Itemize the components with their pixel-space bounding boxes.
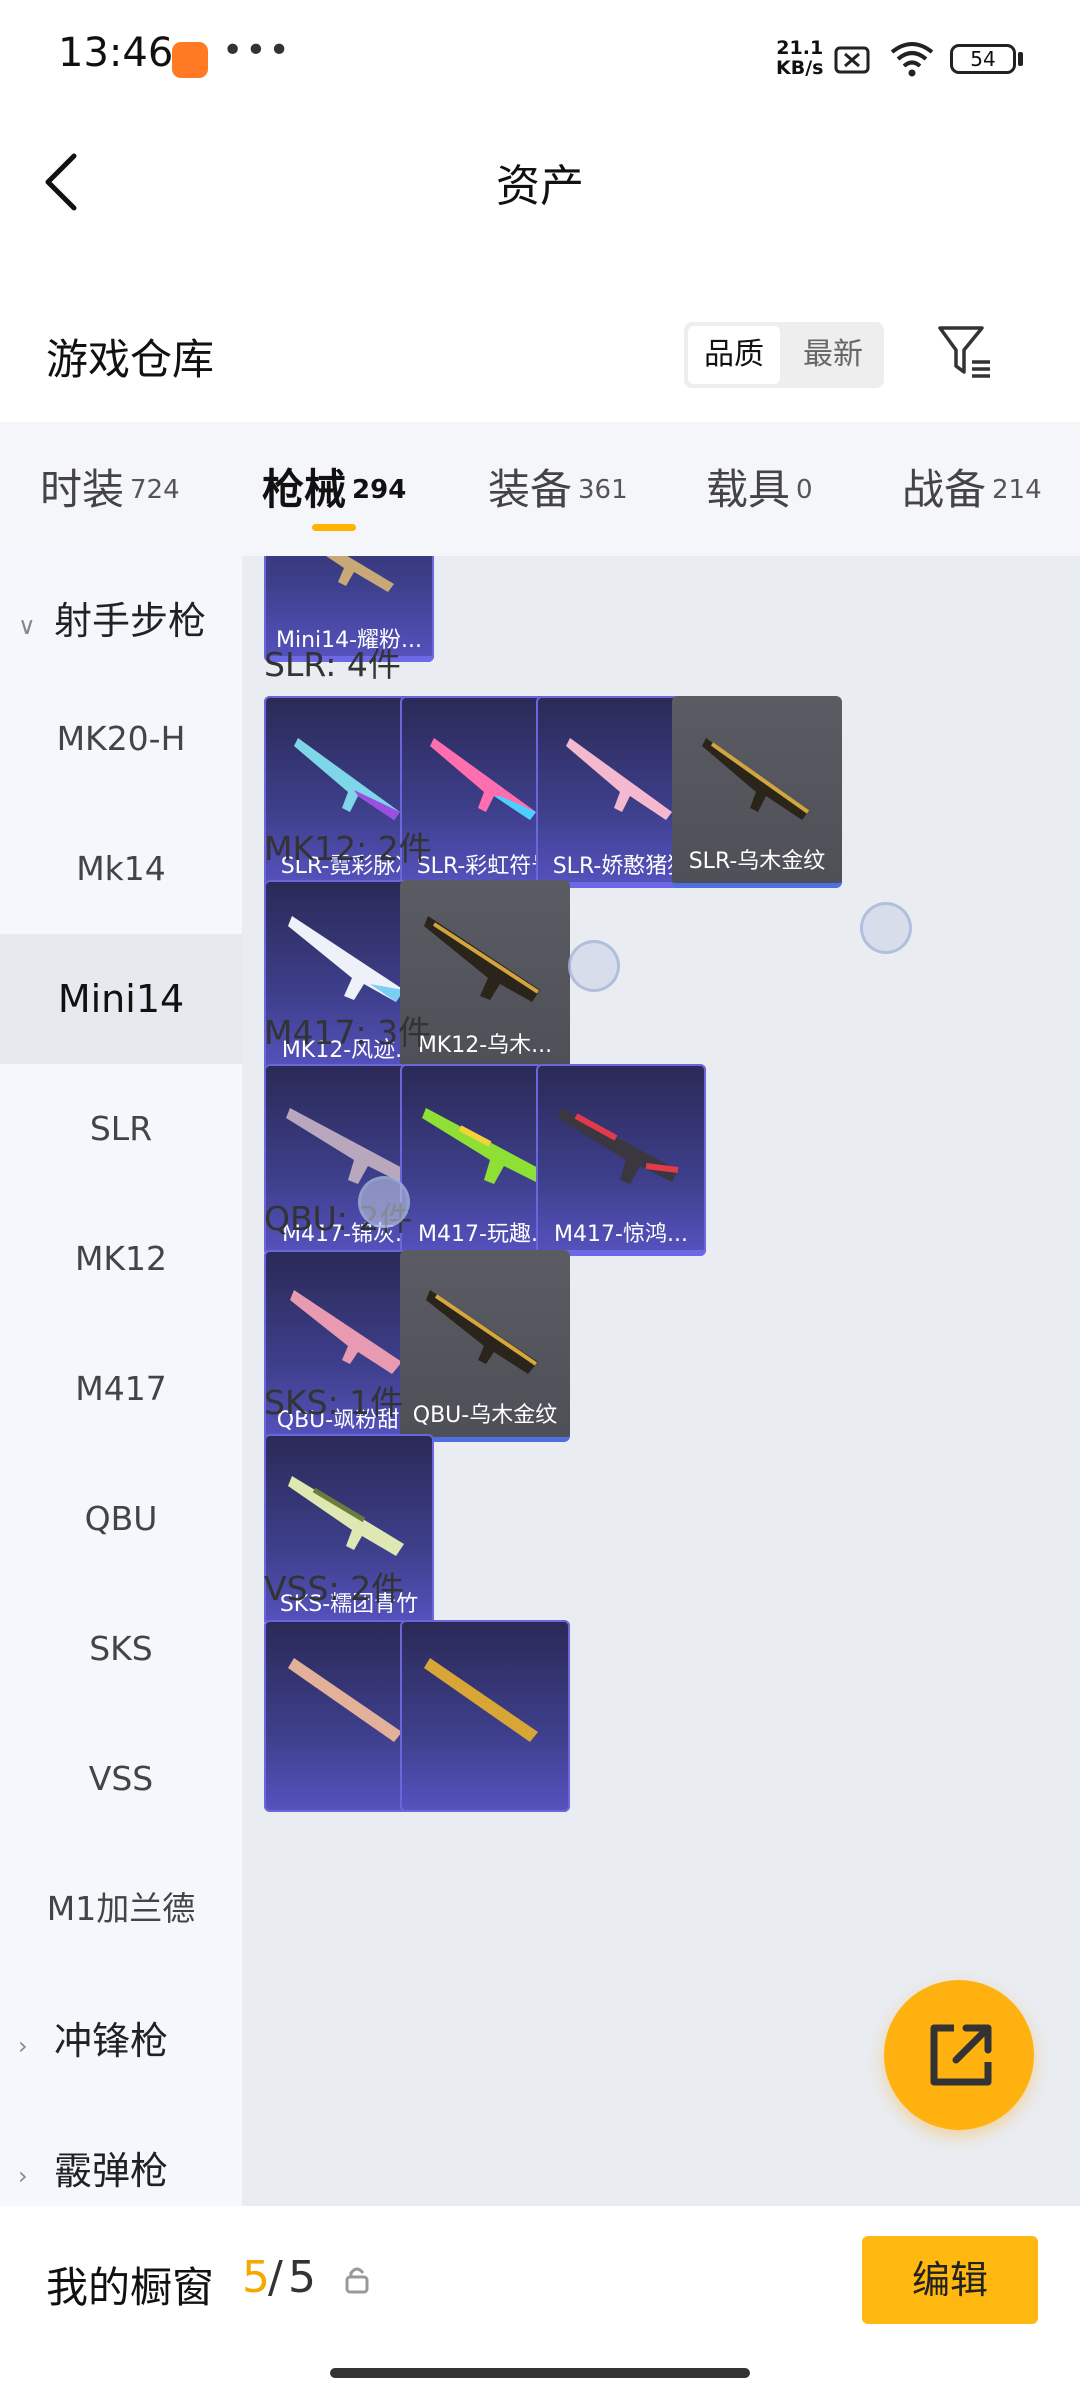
tab-label: 装备 xyxy=(488,465,573,514)
sidebar-item-sks[interactable]: SKS xyxy=(0,1584,242,1714)
rifle-icon xyxy=(288,916,404,1002)
sort-quality-button[interactable]: 品质 xyxy=(688,326,780,384)
weapon-card[interactable] xyxy=(400,1620,570,1812)
tab-label: 战备 xyxy=(902,465,987,514)
sidebar-group-label: 射手步枪 xyxy=(54,599,207,643)
share-button[interactable] xyxy=(884,1980,1034,2130)
rifle-icon xyxy=(424,916,540,1002)
tab-label: 时装 xyxy=(40,465,125,514)
sidebar-item-m1-garand[interactable]: M1加兰德 xyxy=(0,1844,242,1974)
network-speed-value: 21.1 xyxy=(776,37,824,59)
chevron-down-icon: ∨ xyxy=(18,612,36,640)
battery-indicator: 54 xyxy=(950,44,1016,74)
status-time: 13:46 xyxy=(58,30,174,76)
back-arrow-icon[interactable] xyxy=(40,150,84,214)
rifle-icon xyxy=(426,1290,538,1374)
rifle-icon xyxy=(290,1290,402,1374)
sidebar-item-mk12[interactable]: MK12 xyxy=(0,1194,242,1324)
touch-indicator xyxy=(358,1176,410,1228)
section-title-mk12: MK12: 2件 xyxy=(264,829,432,868)
tab-vehicles[interactable]: 载具 0 xyxy=(706,456,813,517)
sidebar-item-mini14[interactable]: Mini14 xyxy=(0,934,242,1064)
section-title-sks: SKS: 1件 xyxy=(264,1383,404,1422)
chevron-right-icon: › xyxy=(18,2032,28,2060)
status-bar: 13:46 ••• 21.1 KB/s 54 xyxy=(0,0,1080,120)
sidebar-item-qbu[interactable]: QBU xyxy=(0,1454,242,1584)
sidebar-item-m417[interactable]: M417 xyxy=(0,1324,242,1454)
showcase-total-count: 5 xyxy=(288,2252,316,2303)
tab-firearms[interactable]: 枪械 294 xyxy=(262,456,406,517)
more-notifications-icon: ••• xyxy=(222,30,292,71)
sidebar-item-mk14[interactable]: Mk14 xyxy=(0,804,242,934)
weapon-card[interactable]: SLR-乌木金纹 xyxy=(672,696,842,888)
active-tab-indicator xyxy=(312,524,356,531)
no-sim-icon xyxy=(834,46,870,74)
page-title: 资产 xyxy=(496,161,584,212)
weapon-card[interactable]: M417-惊鸿... xyxy=(536,1064,706,1256)
section-title-vss: VSS: 2件 xyxy=(264,1569,405,1608)
weapon-card[interactable]: QBU-乌木金纹 xyxy=(400,1250,570,1442)
sidebar-group-label: 冲锋枪 xyxy=(54,2019,169,2063)
sidebar-item-slr[interactable]: SLR xyxy=(0,1064,242,1194)
home-indicator[interactable] xyxy=(330,2368,750,2378)
weapon-card-name: QBU-乌木金纹 xyxy=(412,1403,558,1428)
rifle-icon xyxy=(288,1476,404,1556)
sort-newest-button[interactable]: 最新 xyxy=(784,326,882,384)
weapon-card-name: SLR-乌木金纹 xyxy=(688,849,826,874)
sidebar-item-mk20h[interactable]: MK20-H xyxy=(0,674,242,804)
rifle-icon xyxy=(288,1658,402,1742)
app-notification-icon xyxy=(172,42,208,78)
tab-count: 214 xyxy=(992,475,1042,505)
rifle-icon xyxy=(558,1108,679,1184)
rifle-icon xyxy=(326,556,394,592)
rifle-icon xyxy=(422,1108,542,1184)
rifle-icon xyxy=(430,738,536,820)
tab-count: 361 xyxy=(578,475,628,505)
showcase-used-count: 5 xyxy=(242,2252,270,2303)
tab-equipment[interactable]: 装备 361 xyxy=(488,456,628,517)
tab-tactical[interactable]: 战备 214 xyxy=(902,456,1042,517)
touch-indicator xyxy=(568,940,620,992)
sidebar-group-smg[interactable]: › 冲锋枪 xyxy=(0,1976,242,2106)
showcase-label: 我的橱窗 xyxy=(46,2263,215,2312)
section-title-slr: SLR: 4件 xyxy=(264,645,401,684)
weapon-sidebar: ∨ 射手步枪 MK20-H Mk14 Mini14 SLR MK12 M417 Q… xyxy=(0,556,242,2206)
sidebar-group-label: 霰弹枪 xyxy=(54,2149,169,2193)
rifle-icon xyxy=(566,738,672,820)
share-icon xyxy=(930,2024,992,2086)
weapon-card-name: M417-惊鸿... xyxy=(554,1222,688,1247)
rifle-icon xyxy=(294,738,400,820)
lock-icon xyxy=(345,2267,369,2294)
warehouse-title: 游戏仓库 xyxy=(46,335,215,384)
section-title-m417: M417: 3件 xyxy=(264,1013,432,1052)
network-speed-unit: KB/s xyxy=(776,57,824,79)
wifi-icon xyxy=(890,42,934,77)
tab-count: 0 xyxy=(796,475,813,505)
tab-label: 载具 xyxy=(706,465,791,514)
rifle-icon xyxy=(424,1658,538,1742)
tab-count: 724 xyxy=(130,475,180,505)
tab-label: 枪械 xyxy=(262,465,347,514)
rifle-icon xyxy=(702,738,810,820)
touch-indicator xyxy=(860,902,912,954)
battery-tip xyxy=(1018,52,1023,66)
edit-button[interactable]: 编辑 xyxy=(862,2236,1038,2324)
tab-fashion[interactable]: 时装 724 xyxy=(40,456,180,517)
filter-icon[interactable] xyxy=(934,322,994,382)
tab-count: 294 xyxy=(352,475,407,505)
showcase-separator: / xyxy=(268,2252,283,2303)
sidebar-item-vss[interactable]: VSS xyxy=(0,1714,242,1844)
weapon-grid: Mini14-耀粉... SLR: 4件 SLR-霓彩脉冲 SLR-彩虹符号 S… xyxy=(242,556,1080,2206)
sidebar-group-marksman[interactable]: ∨ 射手步枪 xyxy=(0,556,242,686)
network-speed: 21.1 KB/s xyxy=(776,38,823,78)
